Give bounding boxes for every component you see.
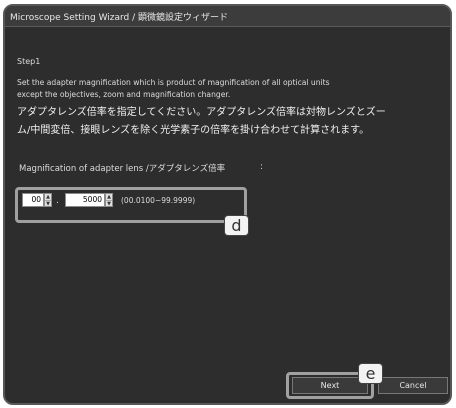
instruction-en-line2: except the objectives, zoom and magnific… <box>17 90 231 99</box>
step-label: Step1 <box>17 57 41 66</box>
callout-d-label: d <box>224 215 249 236</box>
magnification-colon: : <box>260 162 263 172</box>
instruction-japanese: アダプタレンズ倍率を指定してください。アダプタレンズ倍率は対物レンズとズー ム/… <box>17 104 386 140</box>
callout-d-frame <box>15 187 247 223</box>
instruction-en-line1: Set the adapter magnification which is p… <box>17 78 330 87</box>
instruction-jp-line1: アダプタレンズ倍率を指定してください。アダプタレンズ倍率は対物レンズとズー <box>17 107 386 118</box>
magnification-label: Magnification of adapter lens /アダプタレンズ倍率 <box>19 164 226 174</box>
wizard-window: Microscope Setting Wizard / 顕微鏡設定ウィザード S… <box>3 4 452 405</box>
instruction-english: Set the adapter magnification which is p… <box>17 77 330 101</box>
title-bar: Microscope Setting Wizard / 顕微鏡設定ウィザード <box>5 6 450 27</box>
window-title: Microscope Setting Wizard / 顕微鏡設定ウィザード <box>10 13 229 23</box>
callout-e-label: e <box>358 363 383 384</box>
instruction-jp-line2: ム/中間変倍、接眼レンズを除く光学素子の倍率を掛け合わせて計算されます。 <box>17 125 370 136</box>
cancel-button[interactable]: Cancel <box>378 377 448 394</box>
